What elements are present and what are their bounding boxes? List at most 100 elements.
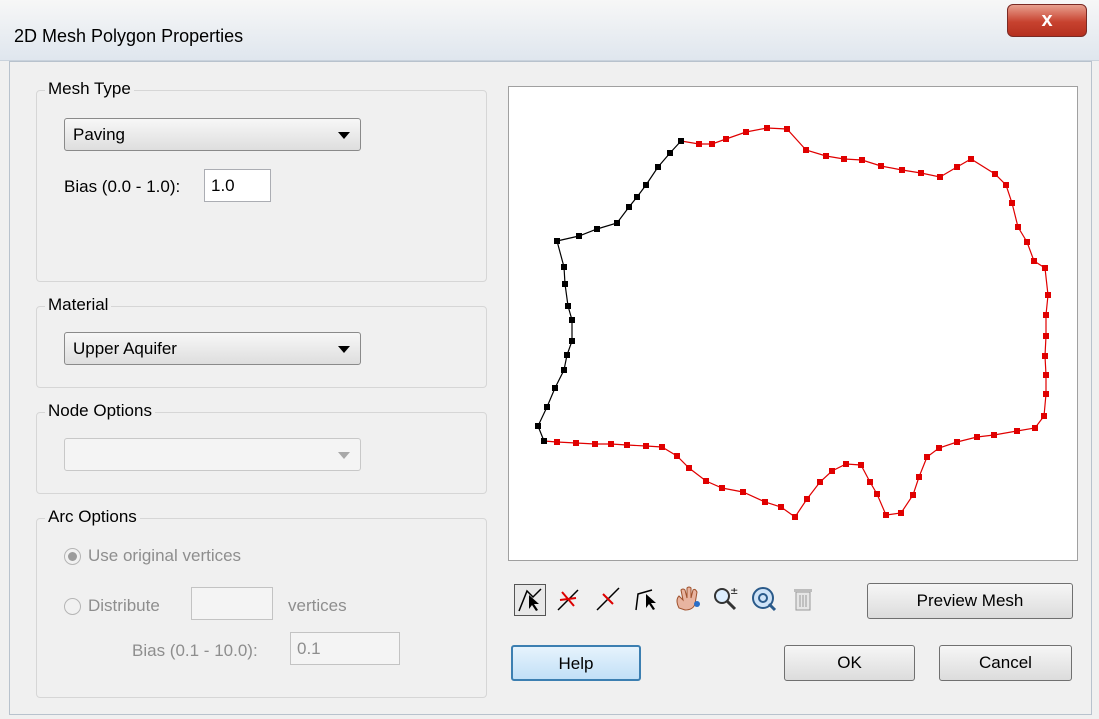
frame-icon[interactable]	[748, 584, 780, 616]
vertex[interactable]	[974, 434, 980, 440]
vertex[interactable]	[804, 496, 810, 502]
vertex[interactable]	[954, 439, 960, 445]
vertex[interactable]	[968, 156, 974, 162]
split-arc-icon[interactable]	[592, 584, 624, 616]
vertex[interactable]	[659, 444, 665, 450]
vertex[interactable]	[592, 441, 598, 447]
vertex[interactable]	[1042, 353, 1048, 359]
vertex[interactable]	[576, 233, 582, 239]
unselected-arc[interactable]	[543, 127, 1049, 518]
vertex[interactable]	[899, 167, 905, 173]
vertex[interactable]	[573, 440, 579, 446]
vertex[interactable]	[565, 303, 571, 309]
vertex[interactable]	[859, 157, 865, 163]
vertex[interactable]	[1009, 200, 1015, 206]
vertex[interactable]	[554, 238, 560, 244]
delete-icon[interactable]	[787, 584, 819, 616]
vertex[interactable]	[764, 125, 770, 131]
vertex[interactable]	[614, 220, 620, 226]
mesh-type-dropdown[interactable]: Paving	[64, 118, 361, 151]
use-original-radio[interactable]	[64, 548, 81, 565]
vertex[interactable]	[667, 150, 673, 156]
close-button[interactable]: x	[1007, 4, 1087, 37]
material-dropdown[interactable]: Upper Aquifer	[64, 332, 361, 365]
vertex[interactable]	[829, 468, 835, 474]
vertex[interactable]	[916, 474, 922, 480]
select-arc-icon[interactable]	[514, 584, 546, 616]
vertex[interactable]	[1043, 312, 1049, 318]
vertex[interactable]	[569, 317, 575, 323]
vertex[interactable]	[569, 338, 575, 344]
vertex[interactable]	[626, 204, 632, 210]
vertex[interactable]	[624, 442, 630, 448]
vertex[interactable]	[709, 141, 715, 147]
distribute-radio[interactable]	[64, 598, 81, 615]
vertex[interactable]	[874, 491, 880, 497]
vertex[interactable]	[674, 453, 680, 459]
vertex[interactable]	[686, 465, 692, 471]
vertex[interactable]	[643, 182, 649, 188]
vertex[interactable]	[992, 171, 998, 177]
selected-arc[interactable]	[537, 140, 682, 442]
vertex[interactable]	[1032, 425, 1038, 431]
vertex[interactable]	[898, 510, 904, 516]
preview-mesh-button[interactable]: Preview Mesh	[867, 583, 1073, 619]
select-vertex-icon[interactable]	[553, 584, 585, 616]
vertex[interactable]	[937, 174, 943, 180]
vertex[interactable]	[703, 478, 709, 484]
select-point-icon[interactable]	[631, 584, 663, 616]
vertex[interactable]	[778, 504, 784, 510]
node-options-dropdown[interactable]	[64, 438, 361, 471]
vertex[interactable]	[924, 454, 930, 460]
vertex[interactable]	[634, 194, 640, 200]
vertex[interactable]	[843, 461, 849, 467]
vertex[interactable]	[1042, 265, 1048, 271]
vertex[interactable]	[561, 264, 567, 270]
arc-bias-input[interactable]: 0.1	[290, 632, 400, 665]
zoom-icon[interactable]: ±	[709, 584, 741, 616]
cancel-button[interactable]: Cancel	[939, 645, 1072, 681]
vertex[interactable]	[1015, 224, 1021, 230]
vertex[interactable]	[841, 156, 847, 162]
vertex[interactable]	[561, 367, 567, 373]
vertex[interactable]	[803, 147, 809, 153]
vertex[interactable]	[1043, 372, 1049, 378]
vertex[interactable]	[858, 462, 864, 468]
vertex[interactable]	[564, 352, 570, 358]
ok-button[interactable]: OK	[784, 645, 915, 681]
vertex[interactable]	[878, 163, 884, 169]
vertex[interactable]	[936, 445, 942, 451]
vertex[interactable]	[678, 138, 684, 144]
vertex[interactable]	[723, 136, 729, 142]
vertex[interactable]	[823, 153, 829, 159]
vertex[interactable]	[535, 423, 541, 429]
vertex[interactable]	[554, 439, 560, 445]
vertex[interactable]	[762, 499, 768, 505]
vertex[interactable]	[918, 170, 924, 176]
vertex[interactable]	[719, 485, 725, 491]
vertex[interactable]	[643, 443, 649, 449]
distribute-count-input[interactable]	[191, 587, 273, 620]
vertex[interactable]	[743, 129, 749, 135]
vertex[interactable]	[817, 479, 823, 485]
vertex[interactable]	[1024, 239, 1030, 245]
vertex[interactable]	[784, 126, 790, 132]
polygon-preview[interactable]	[508, 86, 1078, 561]
vertex[interactable]	[562, 281, 568, 287]
vertex[interactable]	[1043, 391, 1049, 397]
vertex[interactable]	[1014, 428, 1020, 434]
vertex[interactable]	[1041, 413, 1047, 419]
vertex[interactable]	[696, 141, 702, 147]
vertex[interactable]	[1043, 333, 1049, 339]
vertex[interactable]	[655, 164, 661, 170]
vertex[interactable]	[594, 226, 600, 232]
vertex[interactable]	[883, 512, 889, 518]
vertex[interactable]	[792, 514, 798, 520]
vertex[interactable]	[541, 438, 547, 444]
vertex[interactable]	[1031, 258, 1037, 264]
vertex[interactable]	[740, 489, 746, 495]
vertex[interactable]	[1045, 292, 1051, 298]
vertex[interactable]	[910, 492, 916, 498]
vertex[interactable]	[954, 164, 960, 170]
vertex[interactable]	[552, 385, 558, 391]
